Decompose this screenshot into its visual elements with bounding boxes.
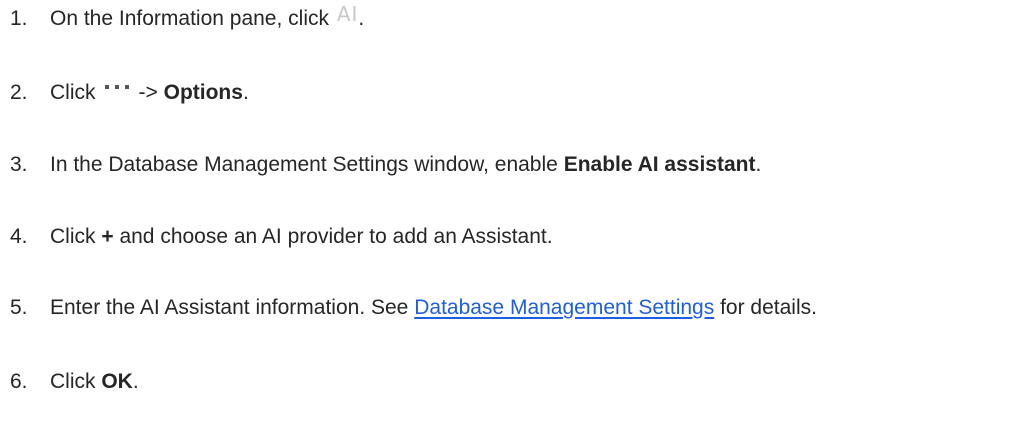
database-management-settings-link[interactable]: Database Management Settings	[414, 296, 714, 319]
step-text-end: .	[358, 7, 365, 30]
plus-label: +	[101, 225, 114, 248]
options-label: Options	[163, 81, 243, 104]
step-4: 4. Click + and choose an AI provider to a…	[10, 222, 553, 252]
step-number: 1.	[10, 7, 28, 30]
step-number: 6.	[10, 370, 28, 393]
step-3: 3. In the Database Management Settings wi…	[10, 150, 761, 180]
step-2: 2. Click -> Options.	[10, 78, 249, 108]
step-6: 6. Click OK.	[10, 367, 139, 397]
step-text-end: .	[242, 81, 249, 104]
step-text-end: .	[755, 153, 762, 176]
step-number: 5.	[10, 296, 28, 319]
step-number: 2.	[10, 81, 28, 104]
step-text: Click	[50, 225, 96, 248]
more-dots-icon	[104, 85, 129, 89]
step-text: On the Information pane, click	[50, 7, 329, 30]
step-text-end: and choose an AI provider to add an Assi…	[119, 225, 553, 248]
step-text: Click	[50, 81, 96, 104]
step-text: In the Database Management Settings wind…	[50, 153, 558, 176]
step-1: 1. On the Information pane, click AI.	[10, 4, 364, 34]
step-number: 4.	[10, 225, 28, 248]
ai-icon: AI	[336, 2, 359, 26]
step-text-end: .	[132, 370, 139, 393]
step-text: Click	[50, 370, 96, 393]
step-text-end: for details.	[720, 296, 817, 319]
enable-ai-assistant-label: Enable AI assistant	[563, 153, 756, 176]
step-text: Enter the AI Assistant information. See	[50, 296, 409, 319]
step-number: 3.	[10, 153, 28, 176]
step-text-arrow: ->	[138, 81, 158, 104]
step-5: 5. Enter the AI Assistant information. Se…	[10, 293, 817, 323]
instruction-steps: 1. On the Information pane, click AI. 2. C…	[0, 0, 1034, 434]
ok-label: OK	[101, 370, 133, 393]
